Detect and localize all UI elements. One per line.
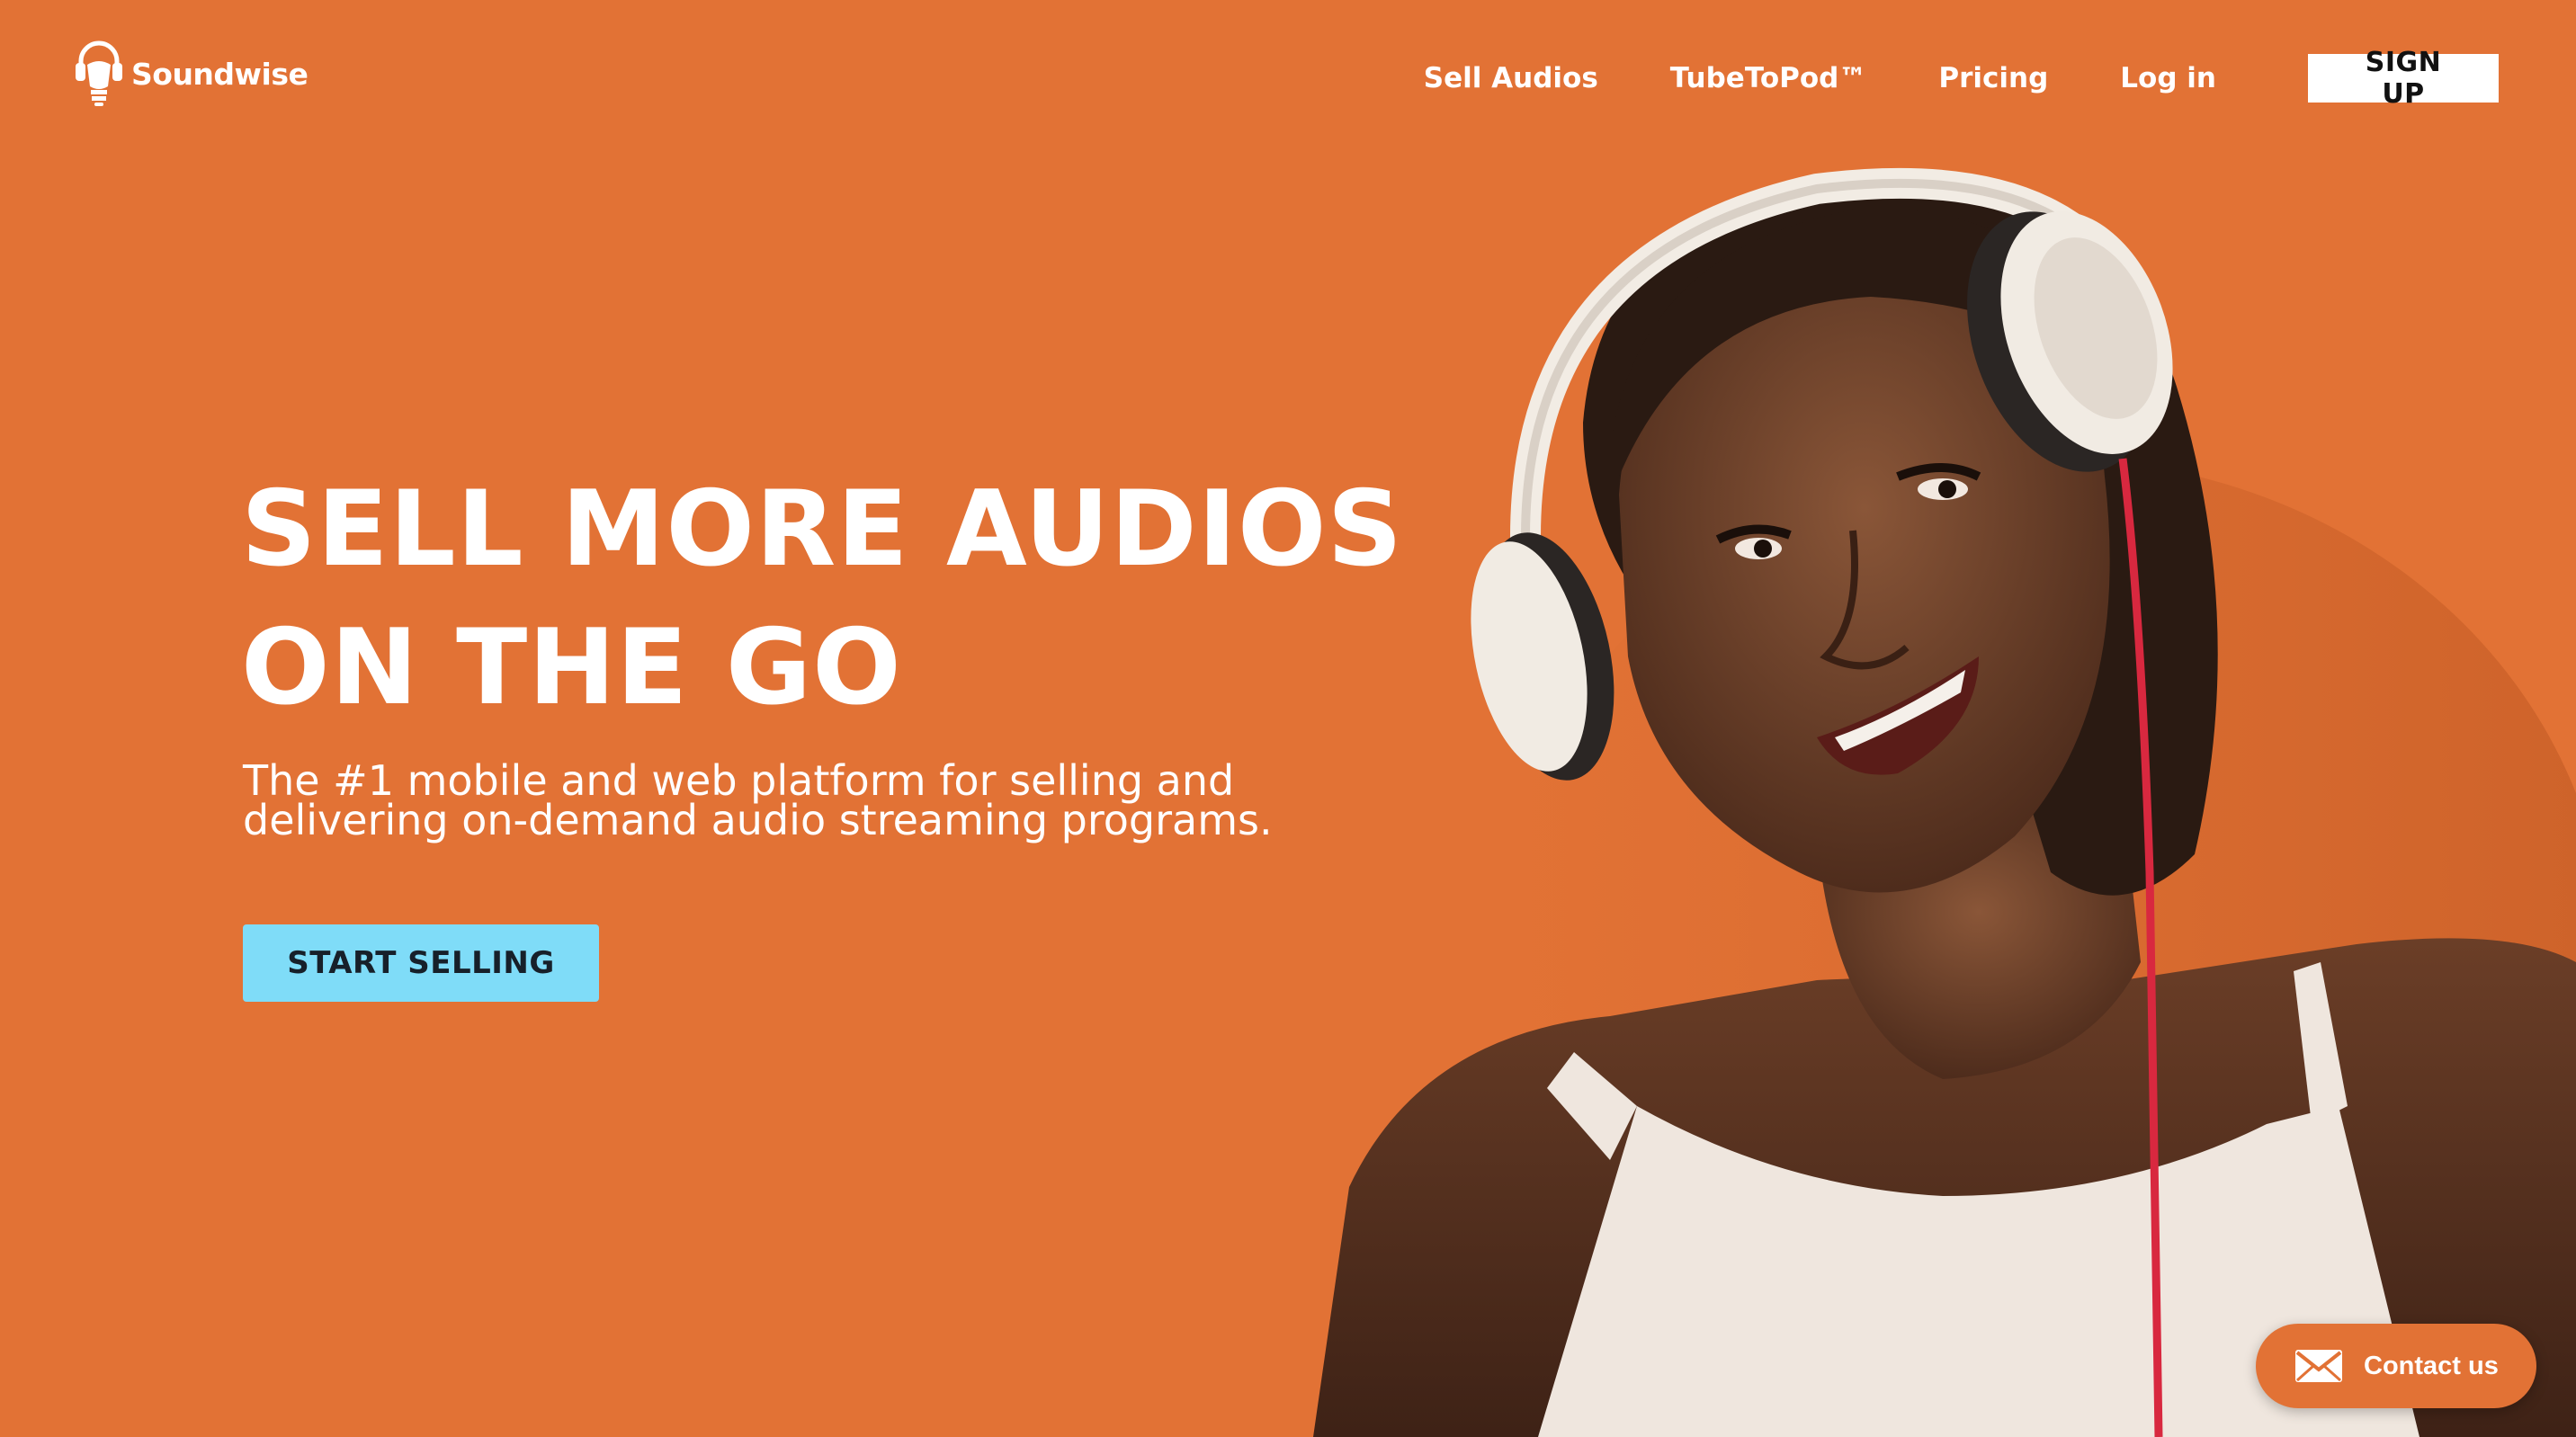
envelope-icon xyxy=(2295,1350,2342,1382)
nav-pricing[interactable]: Pricing xyxy=(1938,62,2048,94)
signup-button[interactable]: SIGN UP xyxy=(2308,47,2499,110)
nav-sell-audios[interactable]: Sell Audios xyxy=(1424,62,1598,94)
nav-tubetopod[interactable]: TubeToPod™ xyxy=(1670,62,1867,94)
brand-logo[interactable]: Soundwise xyxy=(72,36,309,112)
main-nav: Sell Audios TubeToPod™ Pricing Log in SI… xyxy=(1424,47,2499,110)
woman-with-headphones-photo xyxy=(1313,167,2576,1437)
headline-line-1: SELL MORE AUDIOS xyxy=(241,469,1403,590)
start-selling-button[interactable]: START SELLING xyxy=(243,924,599,1002)
headline-line-2: ON THE GO xyxy=(241,607,902,728)
hero-headline: SELL MORE AUDIOS ON THE GO xyxy=(241,460,1403,737)
hero-subtext: The #1 mobile and web platform for selli… xyxy=(243,756,1273,844)
headphones-bulb-icon xyxy=(76,40,122,106)
nav-login[interactable]: Log in xyxy=(2120,62,2216,94)
contact-us-label: Contact us xyxy=(2364,1351,2499,1380)
contact-us-button[interactable]: Contact us xyxy=(2256,1324,2536,1408)
landing-page: Soundwise Sell Audios TubeToPod™ Pricing… xyxy=(0,0,2576,1437)
brand-name: Soundwise xyxy=(131,56,309,92)
